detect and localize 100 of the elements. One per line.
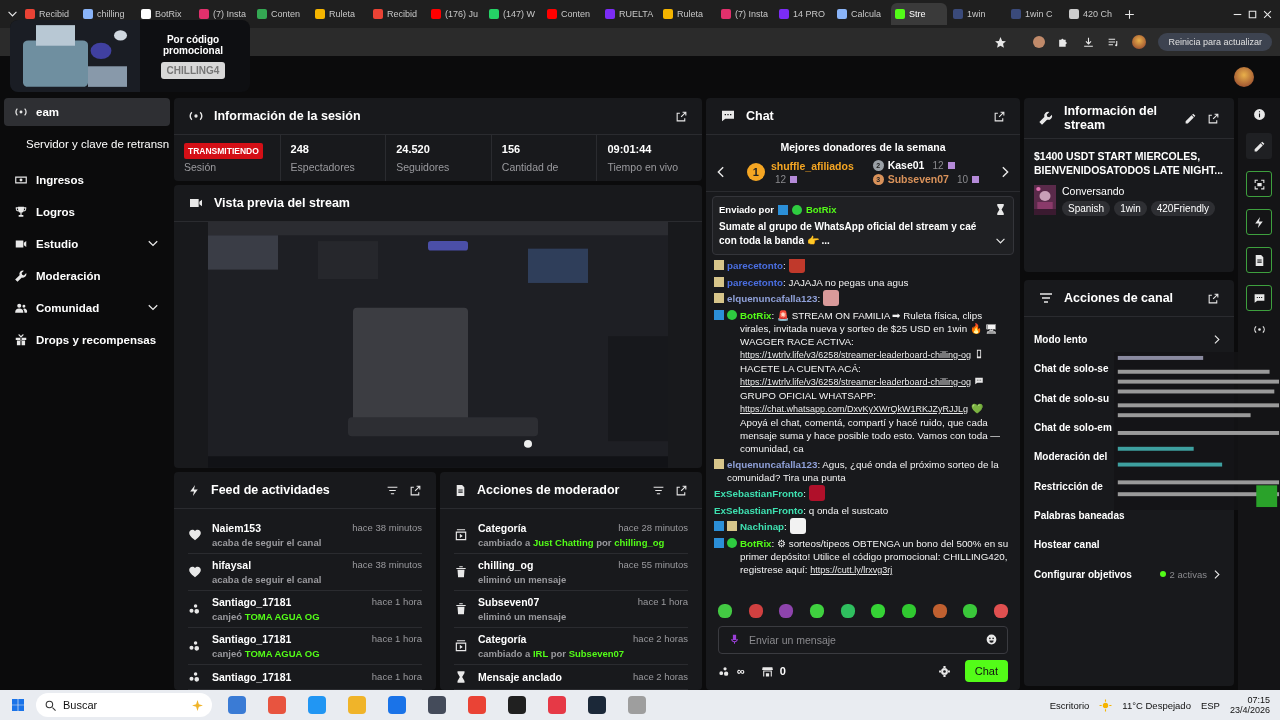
search-field[interactable]: Buscar (36, 693, 212, 717)
tag[interactable]: 420Friendly (1150, 201, 1215, 216)
popout-icon[interactable] (1207, 111, 1220, 125)
rail-button[interactable] (1246, 247, 1272, 273)
info-icon[interactable] (1252, 108, 1266, 121)
browser-tab[interactable]: Stre (891, 3, 947, 25)
link[interactable]: https://1wtrlv.life/v3/6258/streamer-leaderboard-chilling-og (740, 350, 971, 360)
subscriber-badge (714, 459, 724, 469)
emoji-icon[interactable] (985, 633, 998, 646)
tag[interactable]: Spanish (1062, 201, 1111, 216)
emote-icon[interactable] (932, 604, 947, 618)
browser-tab[interactable]: Ruleta (311, 3, 367, 25)
channel-action[interactable]: Moderación del (1034, 451, 1108, 463)
browser-tab[interactable]: 420 Ch (1065, 3, 1121, 25)
language-indicator[interactable]: ESP (1200, 699, 1220, 711)
microphone-icon[interactable] (728, 633, 741, 646)
browser-tab[interactable]: Calcula (833, 3, 889, 25)
sidebar-item[interactable]: Comunidad (4, 294, 170, 322)
weather-text[interactable]: 11°C Despejado (1122, 699, 1191, 711)
points-icon[interactable] (718, 664, 731, 678)
browser-tab[interactable]: Conten (543, 3, 599, 25)
chat-message: elquenuncafalla123: Agus, ¿qué onda el próximo sorteo de la comunidad? Tira una punta (727, 458, 1000, 484)
emote-icon[interactable] (718, 604, 732, 618)
popout-icon[interactable] (1207, 291, 1220, 305)
channel-action[interactable]: Chat de solo-su (1034, 392, 1109, 404)
tag[interactable]: 1win (1114, 201, 1147, 216)
star-icon[interactable] (994, 35, 1008, 49)
profile-avatar[interactable] (1132, 35, 1147, 49)
panel-title: Acciones de moderador (477, 483, 620, 497)
popout-icon[interactable] (993, 109, 1006, 123)
pin-icon[interactable] (994, 203, 1007, 216)
link[interactable]: https://chat.whatsapp.com/DxvKyXWrQkW1RKJZyRJJLg (740, 404, 968, 414)
emote-icon[interactable] (871, 604, 886, 618)
download-icon[interactable] (1082, 35, 1096, 49)
channel-action[interactable]: Chat de solo-se (1034, 363, 1109, 375)
emote-icon[interactable] (748, 604, 763, 618)
feed-title: chilling_og (478, 559, 534, 571)
channel-action[interactable]: Modo lento (1034, 334, 1088, 346)
sidebar-item[interactable]: Logros (4, 198, 170, 226)
promo-code: CHILLING4 (160, 61, 226, 79)
app-icon[interactable] (588, 696, 606, 714)
browser-tab[interactable]: 1win (949, 3, 1005, 25)
settings-icon[interactable] (937, 664, 951, 678)
emote-icon[interactable] (963, 604, 978, 618)
channel-action[interactable]: Chat de solo-em (1034, 422, 1112, 434)
broadcast-icon[interactable] (1252, 323, 1266, 336)
browser-tab[interactable]: (147) W (485, 3, 541, 25)
timestamp: hace 2 horas (633, 671, 688, 683)
channel-action[interactable]: Palabras baneadas (1034, 509, 1125, 521)
channel-action[interactable]: Hostear canal (1034, 539, 1100, 551)
popout-icon[interactable] (675, 483, 688, 497)
timestamp: hace 28 minutos (618, 522, 688, 534)
donor-name: Kase01 (887, 159, 925, 171)
clock-time[interactable]: 07:15 (1247, 695, 1270, 705)
rail-button[interactable] (1246, 171, 1272, 197)
browser-tab[interactable]: Conten (253, 3, 309, 25)
rail-button[interactable] (1246, 285, 1272, 311)
pencil-icon[interactable] (1184, 111, 1197, 125)
emote-icon[interactable] (993, 604, 1008, 618)
chat-button[interactable]: Chat (964, 660, 1008, 682)
browser-tab[interactable]: Recibid (369, 3, 425, 25)
emote-icon[interactable] (809, 604, 824, 618)
message-input[interactable]: Enviar un mensaje (718, 626, 1008, 654)
start-icon[interactable] (10, 697, 26, 713)
pencil-button[interactable] (1246, 133, 1272, 159)
sidebar-item[interactable]: Drops y recompensas (4, 326, 170, 354)
extension-icon[interactable] (1033, 36, 1046, 48)
sidebar-item[interactable]: Servidor y clave de retransn (4, 130, 170, 158)
link[interactable]: https://1wtrlv.life/v3/6258/streamer-leaderboard-chilling-og (740, 377, 971, 387)
browser-tab[interactable]: RUELTA (601, 3, 657, 25)
channel-action[interactable]: Restricción de (1034, 480, 1103, 492)
app-icon[interactable] (508, 696, 526, 714)
popout-icon[interactable] (409, 483, 422, 497)
channel-action[interactable]: Configurar objetivos (1034, 568, 1132, 580)
new-tab-icon[interactable] (1123, 7, 1136, 21)
app-icon[interactable] (428, 696, 446, 714)
clock-date[interactable]: 23/4/2026 (1229, 705, 1270, 715)
link[interactable]: https://cutt.ly/lrxvg3rj (810, 565, 893, 575)
browser-tab[interactable]: (176) Ju (427, 3, 483, 25)
sliders-icon (1038, 290, 1054, 306)
store-icon[interactable] (760, 664, 774, 678)
sidebar-item[interactable]: Estudio (4, 230, 170, 258)
browser-tab[interactable]: 1win C (1007, 3, 1063, 25)
popout-icon[interactable] (675, 109, 688, 123)
update-button[interactable]: Reinicia para actualizar (1158, 33, 1272, 51)
feed-description: acaba de seguir el canal (212, 574, 323, 585)
emote-icon[interactable] (901, 604, 916, 618)
browser-tab[interactable]: Ruleta (659, 3, 715, 25)
pinned-text: Sumate al grupo de WhatsApp oficial del stream y caé con toda la banda 👉 ... (719, 220, 978, 248)
browser-tab[interactable]: 14 PRO (775, 3, 831, 25)
sidebar-item[interactable]: eam (4, 98, 170, 126)
sidebar-item[interactable]: Ingresos (4, 166, 170, 194)
rail-button[interactable] (1246, 209, 1272, 235)
user-avatar[interactable] (1234, 67, 1254, 87)
emote-icon[interactable] (840, 604, 855, 618)
browser-tab[interactable]: (7) Insta (717, 3, 773, 25)
promo-popup[interactable]: Por código promocional CHILLING4 (10, 20, 250, 92)
desktop-label[interactable]: Escritorio (1049, 699, 1090, 711)
status-text: 2 activas (1169, 568, 1207, 580)
sidebar-item[interactable]: Moderación (4, 262, 170, 290)
